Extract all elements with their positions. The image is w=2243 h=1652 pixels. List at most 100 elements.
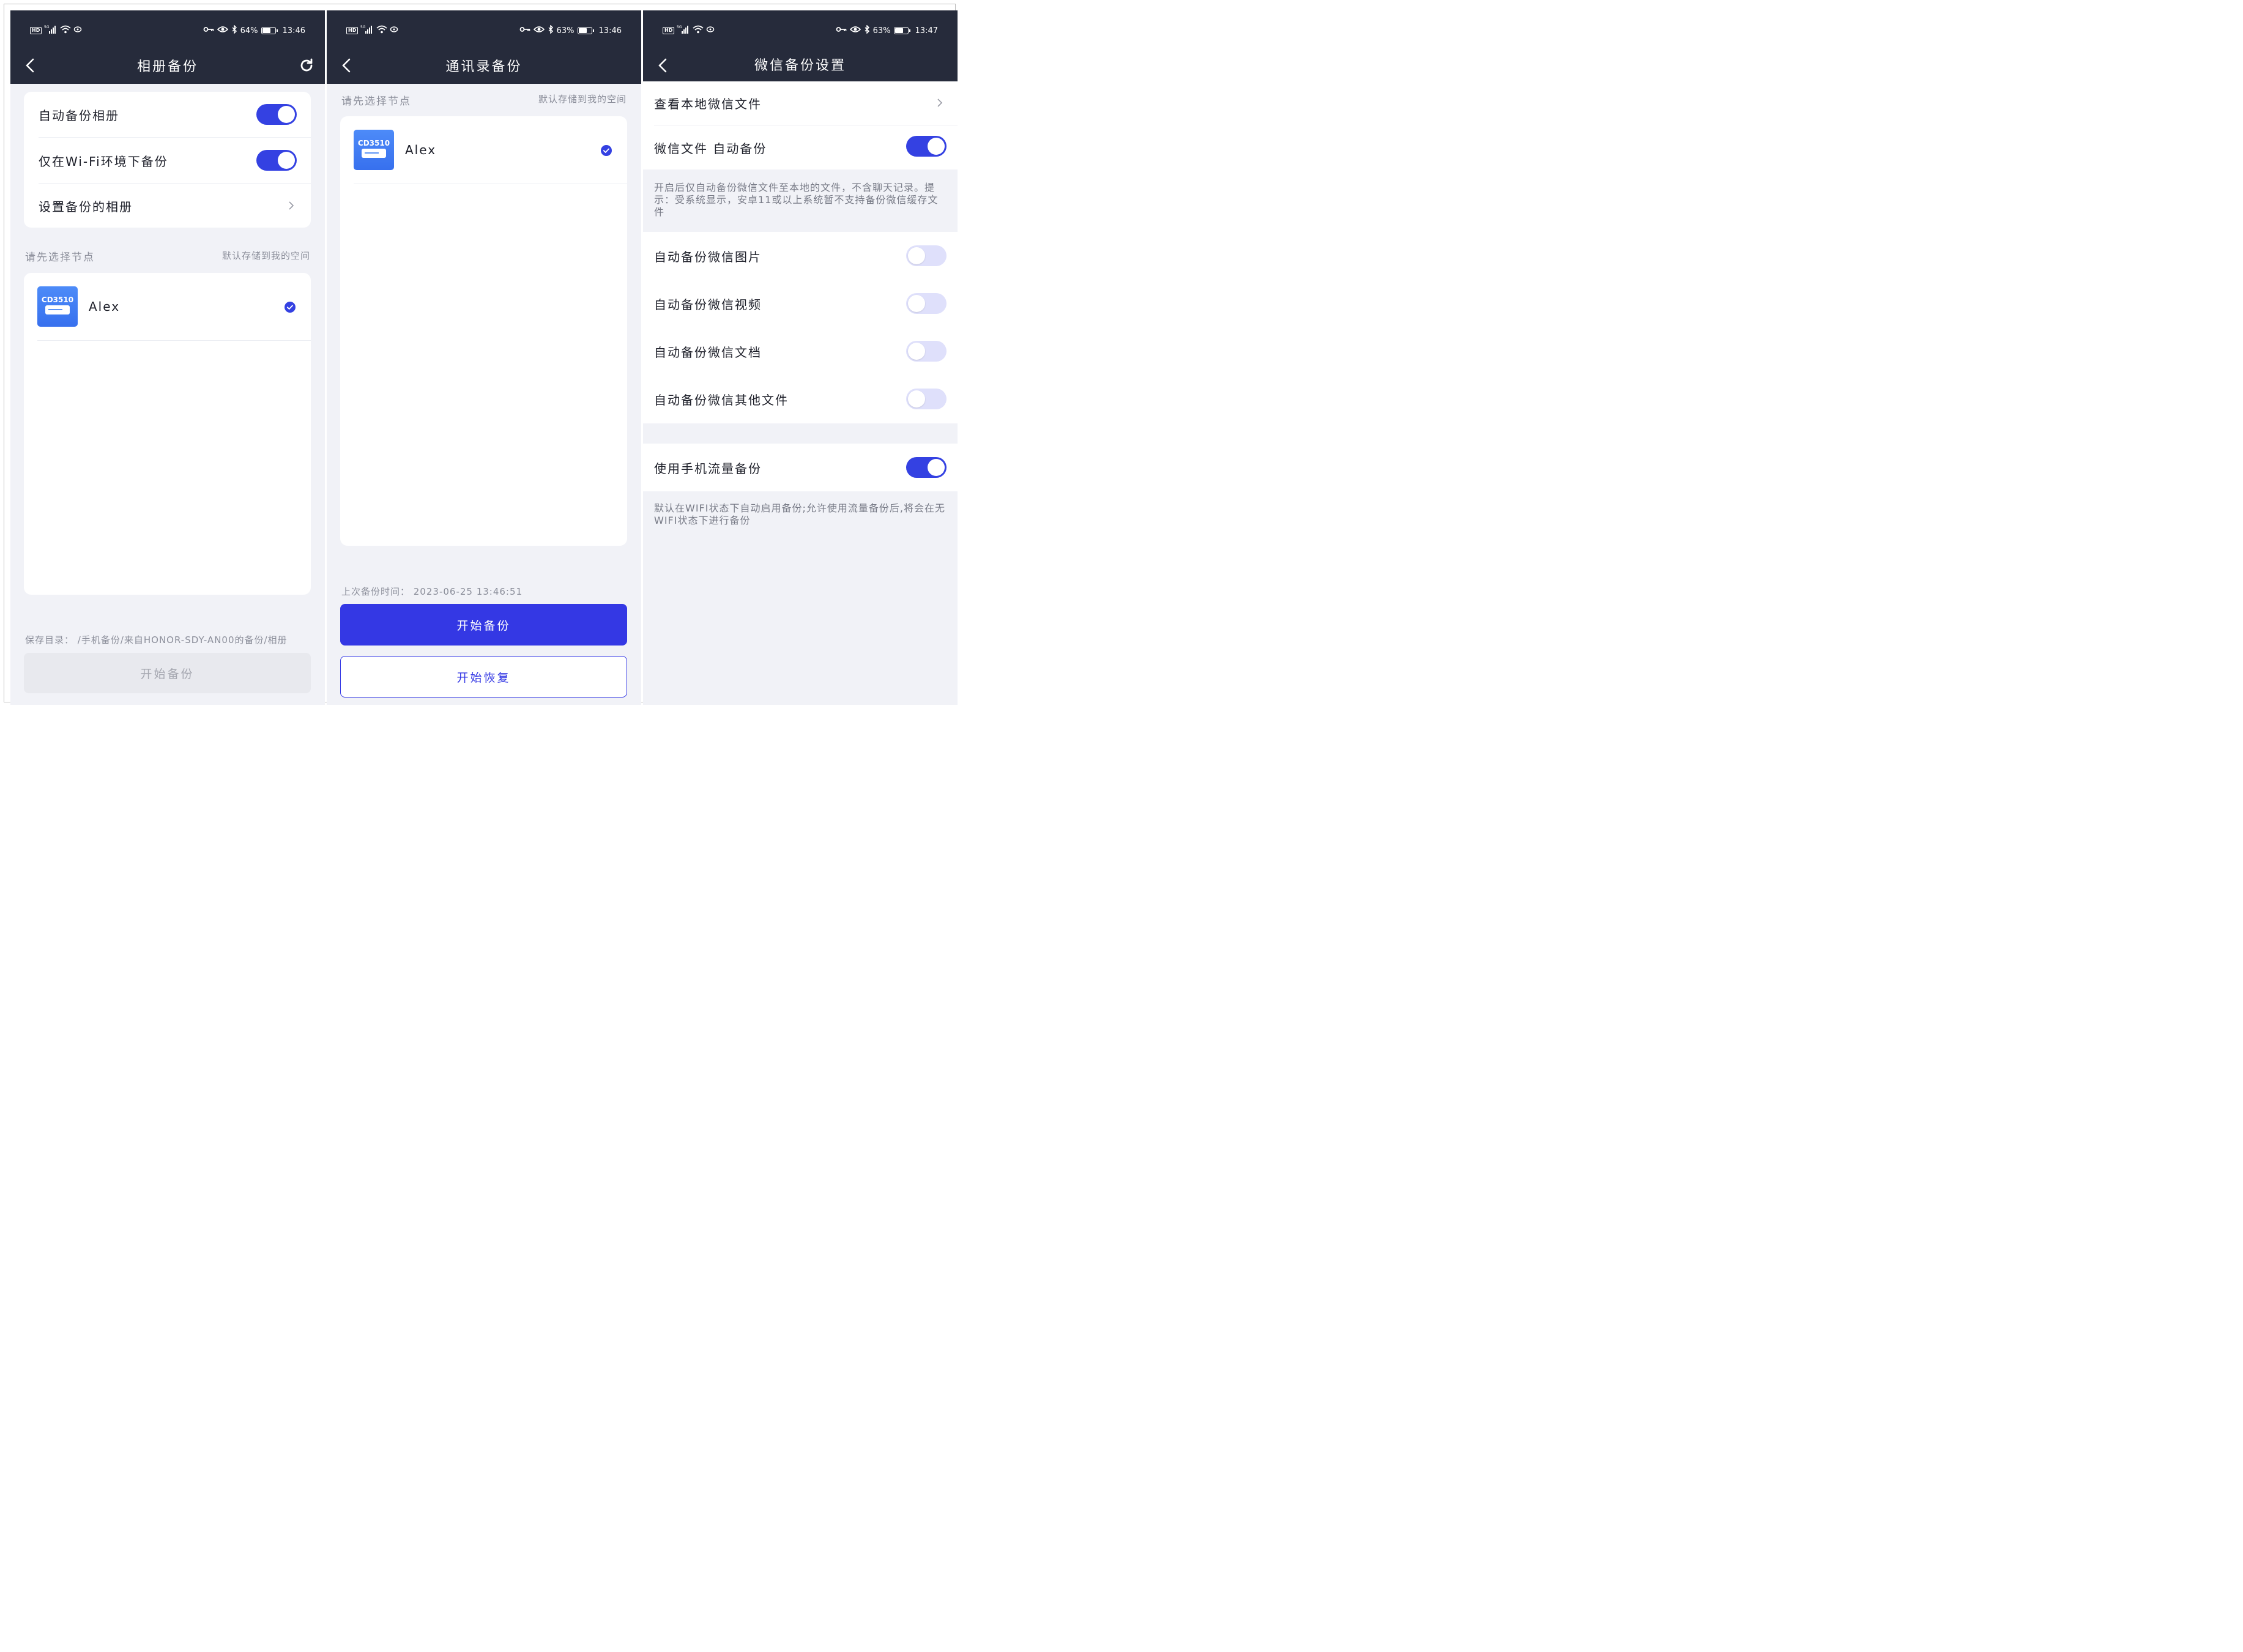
- nav-bar: 通讯录备份: [327, 47, 641, 84]
- wechat-file-types-section: 自动备份微信图片 自动备份微信视频 自动备份微信文档 自动备份微信其他文件: [643, 232, 958, 423]
- auto-backup-photos-label: 自动备份相册: [39, 108, 119, 123]
- wechat-other-files-toggle[interactable]: [906, 389, 947, 409]
- battery-percent: 64%: [240, 26, 258, 35]
- node-name: Alex: [89, 299, 121, 314]
- node-list-card: CD3510 Alex: [24, 273, 311, 595]
- signal-icon: 5G: [677, 25, 690, 36]
- refresh-icon[interactable]: [298, 57, 315, 74]
- wechat-videos-toggle[interactable]: [906, 293, 947, 314]
- divider: [37, 340, 311, 341]
- mobile-data-note: 默认在WIFI状态下自动启用备份;允许使用流量备份后,将会在无WIFI状态下进行…: [654, 502, 945, 526]
- nfc-icon: [390, 26, 398, 35]
- wechat-other-files-row[interactable]: 自动备份微信其他文件: [654, 375, 947, 423]
- select-albums-row[interactable]: 设置备份的相册: [39, 184, 296, 228]
- node-section-hint: 默认存储到我的空间: [538, 94, 627, 105]
- node-name: Alex: [405, 143, 437, 157]
- wechat-auto-backup-toggle[interactable]: [906, 136, 947, 157]
- storage-device-icon: CD3510: [354, 130, 394, 170]
- key-icon: [836, 26, 847, 35]
- start-restore-button[interactable]: 开始恢复: [340, 656, 627, 698]
- view-local-files-label: 查看本地微信文件: [654, 96, 762, 111]
- wechat-documents-label: 自动备份微信文档: [654, 344, 762, 360]
- bluetooth-icon: [548, 24, 554, 36]
- nfc-icon: [706, 26, 715, 35]
- wifi-only-toggle[interactable]: [256, 150, 297, 171]
- wechat-top-section: 查看本地微信文件 微信文件 自动备份: [643, 81, 958, 169]
- check-circle-icon: [285, 302, 296, 313]
- chevron-right-icon: [937, 99, 943, 107]
- screenshot-frame: HD 5G 64% 13:46 相册备份 自动备份相册 仅在Wi-Fi环境下备份…: [4, 4, 958, 705]
- wechat-videos-row[interactable]: 自动备份微信视频: [654, 280, 947, 327]
- eye-icon: [217, 26, 228, 35]
- screen-wechat-backup-settings: HD 5G 63% 13:47 微信备份设置 查看本地微信文件 微信文件 自动备…: [643, 10, 958, 705]
- back-icon[interactable]: [339, 57, 356, 74]
- battery-icon: [577, 27, 594, 34]
- wechat-images-toggle[interactable]: [906, 245, 947, 266]
- node-section-hint: 默认存储到我的空间: [221, 250, 310, 261]
- wechat-documents-row[interactable]: 自动备份微信文档: [654, 327, 947, 375]
- svg-text:5G: 5G: [44, 25, 50, 29]
- mobile-data-section: 使用手机流量备份: [643, 444, 958, 491]
- device-model-label: CD3510: [41, 296, 74, 304]
- svg-text:5G: 5G: [360, 25, 366, 29]
- nav-bar: 相册备份: [10, 47, 325, 84]
- check-circle-icon: [601, 145, 612, 156]
- eye-icon: [849, 26, 861, 35]
- mobile-data-label: 使用手机流量备份: [654, 461, 762, 476]
- wechat-backup-note: 开启后仅自动备份微信文件至本地的文件，不含聊天记录。提示：受系统显示，安卓11或…: [654, 182, 939, 218]
- screen-photo-backup: HD 5G 64% 13:46 相册备份 自动备份相册 仅在Wi-Fi环境下备份…: [10, 10, 325, 705]
- node-section-label: 请先选择节点: [25, 251, 95, 264]
- node-list-card: CD3510 Alex: [340, 116, 627, 546]
- battery-icon: [893, 27, 910, 34]
- wifi-icon: [60, 25, 71, 36]
- last-backup-time: 上次备份时间： 2023-06-25 13:46:51: [341, 586, 523, 597]
- auto-backup-photos-toggle[interactable]: [256, 104, 297, 125]
- wechat-auto-backup-row[interactable]: 微信文件 自动备份: [654, 125, 947, 169]
- wechat-images-row[interactable]: 自动备份微信图片: [654, 232, 947, 280]
- device-model-label: CD3510: [357, 139, 390, 147]
- node-section-label: 请先选择节点: [341, 95, 411, 108]
- view-local-files-row[interactable]: 查看本地微信文件: [654, 81, 947, 124]
- hd-icon: HD: [346, 27, 359, 34]
- start-backup-button[interactable]: 开始备份: [24, 653, 311, 693]
- mobile-data-row[interactable]: 使用手机流量备份: [654, 444, 947, 491]
- nfc-icon: [73, 26, 82, 35]
- hd-icon: HD: [663, 27, 675, 34]
- screen-contacts-backup: HD 5G 63% 13:46 通讯录备份 请先选择节点 默认存储到我的空间 C…: [327, 10, 641, 705]
- nav-bar: 微信备份设置: [643, 47, 958, 81]
- start-backup-button[interactable]: 开始备份: [340, 604, 627, 646]
- battery-percent: 63%: [556, 26, 575, 35]
- settings-card: 自动备份相册 仅在Wi-Fi环境下备份 设置备份的相册: [24, 92, 311, 228]
- bluetooth-icon: [231, 24, 237, 36]
- status-time: 13:46: [282, 26, 305, 35]
- status-time: 13:47: [915, 26, 938, 35]
- node-item[interactable]: CD3510 Alex: [340, 116, 627, 184]
- save-directory: 保存目录： /手机备份/来自HONOR-SDY-AN00的备份/相册: [25, 634, 288, 646]
- mobile-data-toggle[interactable]: [906, 457, 947, 478]
- wifi-icon: [376, 25, 387, 36]
- select-albums-label: 设置备份的相册: [39, 199, 133, 214]
- page-title: 通讯录备份: [445, 59, 523, 75]
- wifi-only-label: 仅在Wi-Fi环境下备份: [39, 154, 168, 169]
- chevron-right-icon: [289, 201, 294, 210]
- back-icon[interactable]: [23, 57, 40, 74]
- wechat-videos-label: 自动备份微信视频: [654, 297, 762, 312]
- page-title: 相册备份: [136, 59, 198, 75]
- status-bar: HD 5G: [643, 10, 958, 47]
- signal-icon: 5G: [360, 25, 374, 36]
- node-item[interactable]: CD3510 Alex: [24, 273, 311, 340]
- status-bar: HD 5G: [10, 10, 325, 47]
- battery-percent: 63%: [872, 26, 891, 35]
- key-icon: [203, 26, 214, 35]
- page-title: 微信备份设置: [754, 58, 846, 73]
- key-icon: [519, 26, 530, 35]
- status-bar: HD 5G: [327, 10, 641, 47]
- wechat-documents-toggle[interactable]: [906, 341, 947, 362]
- signal-icon: 5G: [44, 25, 58, 36]
- svg-text:5G: 5G: [677, 25, 682, 29]
- wifi-icon: [693, 25, 704, 36]
- bluetooth-icon: [864, 24, 870, 36]
- back-icon[interactable]: [655, 57, 672, 74]
- wechat-auto-backup-label: 微信文件 自动备份: [654, 141, 767, 156]
- battery-icon: [261, 27, 278, 34]
